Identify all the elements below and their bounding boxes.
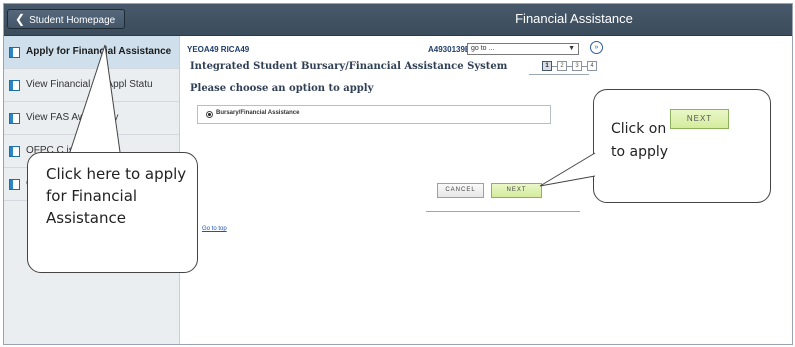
callout-apply-text: Click here to apply for Financial Assist… xyxy=(46,163,186,229)
sidebar-item-label: Apply for Financial Assistance xyxy=(26,46,172,57)
student-id: A4930139E xyxy=(428,45,471,54)
double-chevron-right-icon: » xyxy=(594,44,599,51)
sidebar-item-label: View Financial As Appl Statu xyxy=(26,79,153,90)
sidebar-item-label: View FAS Aw mmary xyxy=(26,112,119,123)
page-icon xyxy=(9,146,20,157)
page-icon xyxy=(9,47,20,58)
page-icon xyxy=(9,113,20,124)
goto-select-value: go to ... xyxy=(471,45,495,52)
cancel-button[interactable]: CANCEL xyxy=(437,183,484,198)
apply-prompt: Please choose an option to apply xyxy=(190,83,374,94)
page-icon xyxy=(9,179,20,190)
step-3[interactable]: 3 xyxy=(572,61,582,71)
next-button[interactable]: NEXT xyxy=(491,183,542,198)
sidebar-item-view-fas-award-summary[interactable]: View FAS Aw mmary xyxy=(4,102,179,135)
student-homepage-button[interactable]: ❮ Student Homepage xyxy=(7,9,126,29)
page-title: Financial Assistance xyxy=(515,11,633,26)
callout-next-text: Click on to apply xyxy=(611,118,668,164)
sidebar-item-view-appl-status[interactable]: View Financial As Appl Statu xyxy=(4,69,179,102)
callout-next-line-1: Click on xyxy=(611,121,667,137)
option-box: Bursary/Financial Assistance xyxy=(197,105,551,124)
chevron-left-icon: ❮ xyxy=(15,12,26,26)
goto-forward-button[interactable]: » xyxy=(590,41,603,54)
callout-apply-line-2: for Financial xyxy=(46,187,138,205)
bursary-option-label: Bursary/Financial Assistance xyxy=(216,110,300,116)
callout-next-line-2: to apply xyxy=(611,144,669,160)
step-2[interactable]: 2 xyxy=(557,61,567,71)
step-4[interactable]: 4 xyxy=(587,61,597,71)
bursary-radio[interactable] xyxy=(206,111,213,118)
callout-next: Click on to apply NEXT xyxy=(593,89,771,203)
goto-select[interactable]: go to ... ▼ xyxy=(467,43,579,55)
title-divider xyxy=(529,74,589,75)
callout-apply-line-3: Assistance xyxy=(46,209,126,227)
go-to-top-link[interactable]: Go to top xyxy=(202,226,227,232)
callout-apply-line-1: Click here to apply xyxy=(46,165,187,183)
button-divider xyxy=(426,211,580,212)
header-bar: ❮ Student Homepage Financial Assistance xyxy=(4,4,792,36)
chevron-down-icon: ▼ xyxy=(568,45,575,52)
sidebar-item-apply-financial-assistance[interactable]: Apply for Financial Assistance xyxy=(4,36,179,69)
student-name: YEOA49 RICA49 xyxy=(187,45,250,54)
callout-apply: Click here to apply for Financial Assist… xyxy=(27,152,198,273)
step-1[interactable]: 1 xyxy=(542,61,552,71)
system-title: Integrated Student Bursary/Financial Ass… xyxy=(190,61,508,72)
page-icon xyxy=(9,80,20,91)
back-button-label: Student Homepage xyxy=(29,15,116,26)
callout-next-button-image: NEXT xyxy=(670,109,729,129)
